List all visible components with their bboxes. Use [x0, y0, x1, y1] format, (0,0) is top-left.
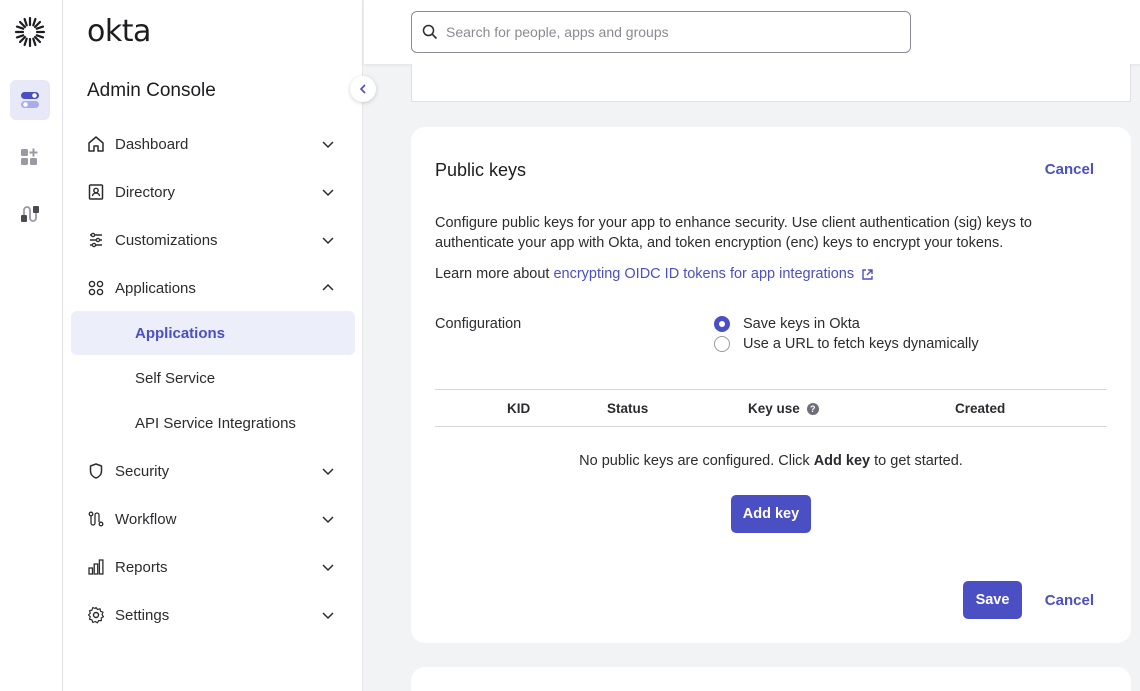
okta-wordmark[interactable]: okta — [87, 14, 151, 49]
cancel-bottom-button[interactable]: Cancel — [1045, 592, 1094, 609]
nav-item-label: Directory — [115, 183, 176, 201]
learn-more-line: Learn more about encrypting OIDC ID toke… — [435, 266, 874, 282]
nav-item-workflow[interactable]: Workflow — [87, 505, 347, 533]
radio-label: Use a URL to fetch keys dynamically — [743, 336, 979, 352]
workflow-icon — [21, 206, 39, 222]
subnav-item-api-service-integrations[interactable]: API Service Integrations — [71, 401, 355, 445]
side-navigation: okta Admin Console Dashboard Directory C… — [63, 0, 363, 691]
keys-table-header: KID Status Key use ? Created — [435, 389, 1107, 427]
empty-state-message: No public keys are configured. Click Add… — [435, 453, 1107, 469]
column-header-key-use-label: Key use — [748, 401, 800, 416]
nav-item-label: Security — [115, 462, 170, 480]
radio-option-save-keys[interactable]: Save keys in Okta — [714, 316, 860, 332]
applications-icon — [87, 279, 105, 297]
top-header — [364, 0, 1140, 64]
save-button[interactable]: Save — [963, 581, 1022, 619]
cancel-button[interactable]: Cancel — [1045, 161, 1094, 178]
chevron-down-icon — [322, 468, 334, 476]
previous-card-section — [411, 64, 1131, 102]
chevron-down-icon — [322, 237, 334, 245]
column-header-created: Created — [955, 401, 1006, 416]
radio-option-use-url[interactable]: Use a URL to fetch keys dynamically — [714, 336, 979, 352]
chevron-down-icon — [322, 516, 334, 524]
search-box — [411, 11, 911, 53]
empty-state-bold: Add key — [813, 453, 871, 469]
gear-icon — [87, 606, 105, 624]
search-input[interactable] — [446, 24, 886, 40]
directory-icon — [87, 183, 105, 201]
chevron-up-icon — [322, 283, 334, 291]
radio-label: Save keys in Okta — [743, 316, 860, 332]
nav-item-label: Applications — [115, 279, 196, 297]
search-icon — [422, 24, 438, 40]
chevron-left-icon — [359, 84, 366, 94]
subnav-item-self-service[interactable]: Self Service — [71, 356, 355, 400]
customizations-icon — [87, 231, 105, 249]
nav-item-label: Dashboard — [115, 135, 189, 153]
nav-item-reports[interactable]: Reports — [87, 553, 347, 581]
section-description: Configure public keys for your app to en… — [435, 215, 1032, 251]
empty-state-prefix: No public keys are configured. Click — [579, 453, 810, 469]
radio-button-checked[interactable] — [714, 316, 730, 332]
nav-item-applications[interactable]: Applications — [87, 274, 347, 302]
empty-state-suffix: to get started. — [874, 453, 963, 469]
section-title: Public keys — [435, 160, 527, 180]
nav-item-settings[interactable]: Settings — [87, 601, 347, 629]
learn-more-link[interactable]: encrypting OIDC ID tokens for app integr… — [553, 266, 854, 282]
rail-admin-button[interactable] — [10, 80, 50, 120]
toggle-icon — [21, 92, 39, 108]
okta-logo-icon[interactable] — [14, 16, 46, 48]
configuration-label: Configuration — [435, 316, 522, 332]
nav-item-label: Workflow — [115, 510, 177, 528]
nav-item-directory[interactable]: Directory — [87, 178, 347, 206]
chevron-down-icon — [322, 189, 334, 197]
external-link-icon — [862, 268, 873, 280]
nav-item-dashboard[interactable]: Dashboard — [87, 130, 347, 158]
app-switcher-rail — [0, 0, 63, 691]
chevron-down-icon — [322, 564, 334, 572]
subnav-item-applications[interactable]: Applications — [71, 311, 355, 355]
help-icon[interactable]: ? — [806, 402, 819, 415]
nav-item-label: Settings — [115, 606, 170, 624]
chevron-down-icon — [322, 612, 334, 620]
reports-icon — [87, 558, 105, 576]
public-keys-card: Public keys Cancel Configure public keys… — [411, 127, 1131, 643]
radio-button[interactable] — [714, 336, 730, 352]
nav-item-security[interactable]: Security — [87, 457, 347, 485]
column-header-key-use: Key use ? — [748, 401, 819, 416]
rail-add-apps-button[interactable] — [10, 137, 50, 177]
nav-item-label: Customizations — [115, 231, 218, 249]
nav-item-customizations[interactable]: Customizations — [87, 226, 347, 254]
column-header-kid: KID — [507, 401, 531, 416]
learn-more-prefix: Learn more about — [435, 266, 550, 282]
home-icon — [87, 135, 105, 153]
add-apps-icon — [21, 148, 38, 165]
nav-item-label: Reports — [115, 558, 168, 576]
column-header-status: Status — [607, 401, 649, 416]
next-card-section — [411, 667, 1131, 691]
console-title: Admin Console — [87, 80, 216, 101]
add-key-button[interactable]: Add key — [731, 495, 811, 533]
collapse-sidebar-button[interactable] — [350, 76, 376, 102]
chevron-down-icon — [322, 141, 334, 149]
workflow-icon — [87, 510, 105, 528]
rail-workflow-button[interactable] — [10, 194, 50, 234]
shield-icon — [87, 462, 105, 480]
